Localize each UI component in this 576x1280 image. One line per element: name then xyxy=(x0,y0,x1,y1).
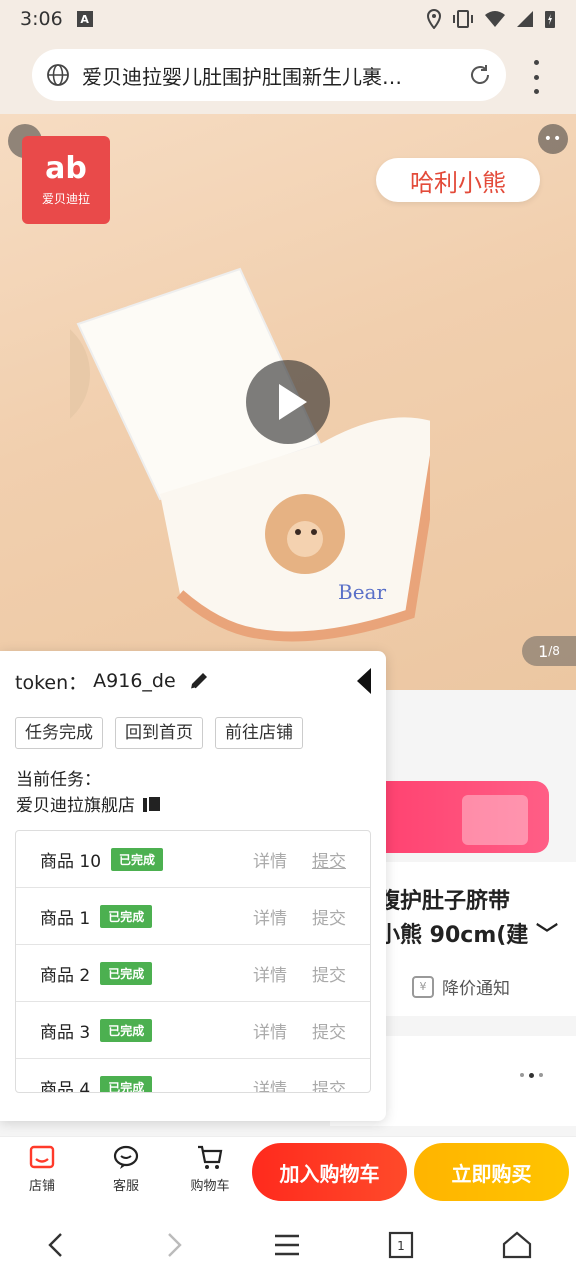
a-notification-icon: A xyxy=(76,11,93,27)
status-badge: 已完成 xyxy=(111,847,164,871)
add-to-cart-button[interactable]: 加入购物车 xyxy=(252,1143,407,1201)
task-row: 商品 10 已完成 详情 提交 xyxy=(16,831,370,888)
brand-mark: ab xyxy=(45,150,87,186)
price-notify-button[interactable]: ¥ 降价通知 xyxy=(412,974,510,999)
task-item-name: 商品 3 xyxy=(40,1022,91,1043)
edit-icon[interactable] xyxy=(188,670,210,692)
signal-icon xyxy=(517,11,533,27)
shop-icon xyxy=(29,1145,55,1169)
detail-link[interactable]: 详情 xyxy=(253,847,287,872)
task-item-name: 商品 2 xyxy=(40,965,91,986)
token-row: token： A916_de xyxy=(15,666,371,696)
task-item-name: 商品 4 xyxy=(40,1079,91,1093)
image-counter-current: 1 xyxy=(538,641,549,661)
submit-link[interactable]: 提交 xyxy=(312,961,346,986)
style-label: 哈利小熊 xyxy=(376,158,540,202)
task-panel: token： A916_de 任务完成 回到首页 前往店铺 当前任务： 爱贝迪拉… xyxy=(0,651,386,1121)
forward-arrow-icon[interactable] xyxy=(156,1228,190,1262)
collapse-panel-icon[interactable] xyxy=(357,668,371,694)
pager-dots xyxy=(520,1073,543,1078)
vibrate-icon xyxy=(453,10,473,28)
submit-link[interactable]: 提交 xyxy=(312,904,346,929)
status-badge: 已完成 xyxy=(100,1075,153,1092)
task-row: 商品 2 已完成 详情 提交 xyxy=(16,945,370,1002)
product-title-line2: 小熊 90cm(建 ﹀ xyxy=(378,923,558,948)
system-navigation-bar: 1 xyxy=(0,1208,576,1280)
go-to-store-button[interactable]: 前往店铺 xyxy=(215,717,303,749)
task-complete-button[interactable]: 任务完成 xyxy=(15,717,103,749)
current-store-name: 爱贝迪拉旗舰店 xyxy=(16,796,135,816)
back-home-button[interactable]: 回到首页 xyxy=(115,717,203,749)
status-icons xyxy=(426,9,556,29)
buy-now-button[interactable]: 立即购买 xyxy=(414,1143,569,1201)
gift-icon xyxy=(462,795,528,845)
bottom-action-bar: 店铺 客服 购物车 加入购物车 立即购买 xyxy=(0,1136,576,1208)
play-video-button[interactable] xyxy=(246,360,330,444)
brand-logo-text: 爱贝迪拉 xyxy=(41,191,90,206)
task-list[interactable]: 商品 10 已完成 详情 提交 商品 1 已完成 详情 提交 商品 2 已完成 … xyxy=(15,830,371,1093)
reload-icon[interactable] xyxy=(468,63,492,87)
detail-link[interactable]: 详情 xyxy=(253,904,287,929)
product-title-line1: 腹护肚子脐带 xyxy=(378,889,511,914)
brand-logo: ab 爱贝迪拉 xyxy=(22,136,110,224)
battery-icon xyxy=(545,11,555,28)
task-item-name: 商品 1 xyxy=(40,908,91,929)
status-badge: 已完成 xyxy=(100,1018,153,1042)
current-task-label: 当前任务： xyxy=(16,770,101,790)
image-counter: 1/8 xyxy=(522,636,576,666)
service-label: 客服 xyxy=(112,1179,139,1194)
image-counter-total: /8 xyxy=(548,644,560,658)
token-value: A916_de xyxy=(93,670,176,692)
submit-link[interactable]: 提交 xyxy=(312,1075,346,1093)
copy-icon[interactable] xyxy=(143,794,162,813)
cart-label: 购物车 xyxy=(190,1179,230,1194)
back-arrow-icon[interactable] xyxy=(40,1228,74,1262)
wifi-icon xyxy=(485,11,505,27)
browser-menu-icon[interactable] xyxy=(524,60,548,94)
customer-service-icon xyxy=(113,1145,139,1169)
status-time: 3:06 xyxy=(20,8,63,30)
shop-label: 店铺 xyxy=(28,1179,55,1194)
svg-text:1: 1 xyxy=(397,1239,405,1253)
cart-button[interactable]: 购物车 xyxy=(180,1143,240,1194)
submit-link[interactable]: 提交 xyxy=(312,847,346,872)
product-image-carousel[interactable]: Bear ‹ •• ab 爱贝迪拉 哈利小熊 1/8 xyxy=(0,114,576,690)
home-icon[interactable] xyxy=(500,1228,534,1262)
globe-icon xyxy=(47,64,69,86)
price-tag-icon: ¥ xyxy=(412,975,434,998)
detail-link[interactable]: 详情 xyxy=(253,1018,287,1043)
price-notify-label: 降价通知 xyxy=(442,979,510,999)
svg-text:Bear: Bear xyxy=(338,580,386,604)
task-row: 商品 1 已完成 详情 提交 xyxy=(16,888,370,945)
product-title: 腹护肚子脐带 小熊 90cm(建 ﹀ xyxy=(378,885,558,953)
token-label: token： xyxy=(15,671,88,694)
task-row: 商品 4 已完成 详情 提交 xyxy=(16,1059,370,1093)
status-badge: 已完成 xyxy=(100,904,153,928)
browser-toolbar: 爱贝迪拉婴儿肚围护肚围新生儿裹… xyxy=(0,38,576,114)
status-badge: 已完成 xyxy=(100,961,153,985)
status-bar: 3:06 A xyxy=(0,0,576,38)
task-item-name: 商品 10 xyxy=(40,851,102,872)
service-button[interactable]: 客服 xyxy=(96,1143,156,1194)
product-photo: Bear xyxy=(70,267,430,642)
current-store: 爱贝迪拉旗舰店 xyxy=(16,791,162,816)
url-title: 爱贝迪拉婴儿肚围护肚围新生儿裹… xyxy=(82,64,402,89)
panel-button-row: 任务完成 回到首页 前往店铺 xyxy=(15,717,303,749)
more-options-button[interactable]: •• xyxy=(538,124,568,154)
submit-link[interactable]: 提交 xyxy=(312,1018,346,1043)
cart-icon xyxy=(198,1145,223,1169)
address-bar[interactable]: 爱贝迪拉婴儿肚围护肚围新生儿裹… xyxy=(32,49,506,101)
menu-icon[interactable] xyxy=(270,1228,304,1262)
tabs-icon[interactable]: 1 xyxy=(384,1228,418,1262)
detail-link[interactable]: 详情 xyxy=(253,1075,287,1093)
shop-button[interactable]: 店铺 xyxy=(12,1143,72,1194)
detail-link[interactable]: 详情 xyxy=(253,961,287,986)
task-row: 商品 3 已完成 详情 提交 xyxy=(16,1002,370,1059)
chevron-down-icon[interactable]: ﹀ xyxy=(536,923,558,948)
location-icon xyxy=(426,9,442,29)
